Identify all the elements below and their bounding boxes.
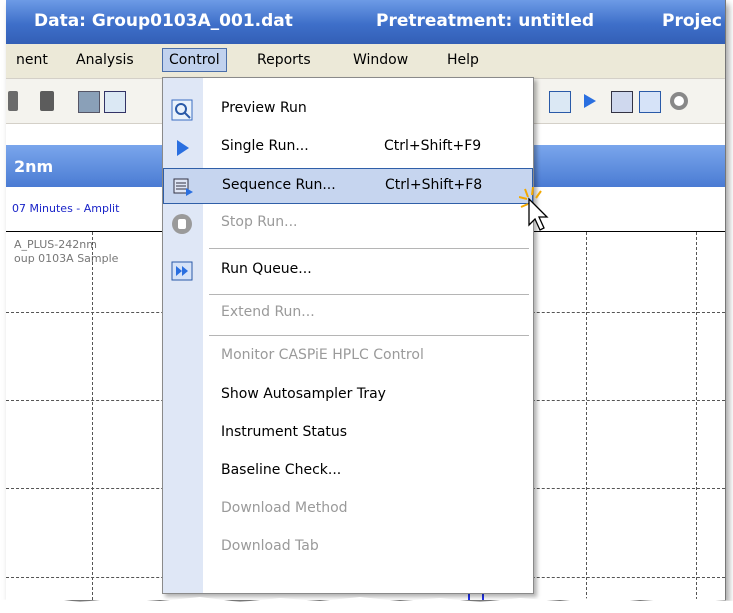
menu-item-preview-run[interactable]: Preview Run	[163, 92, 533, 128]
menu-item-instrument-status[interactable]: Instrument Status	[163, 416, 533, 452]
sequence-icon	[173, 178, 193, 196]
menu-item-baseline-check[interactable]: Baseline Check...	[163, 454, 533, 490]
window-title-project: Projec	[662, 11, 722, 31]
menu-item-label: Preview Run	[221, 100, 307, 116]
menu-item-extend-run[interactable]: Extend Run...	[163, 296, 533, 332]
menu-item-label: Show Autosampler Tray	[221, 386, 386, 402]
window-title-data: Data: Group0103A_001.dat	[34, 11, 293, 31]
toolbar-instrument-icon[interactable]	[78, 91, 100, 113]
hand-icon	[172, 214, 192, 234]
legend-line-2: oup 0103A Sample	[14, 252, 119, 265]
menu-control[interactable]: Control	[162, 48, 227, 72]
menu-item-show-autosampler-tray[interactable]: Show Autosampler Tray	[163, 378, 533, 414]
menu-item-label: Instrument Status	[221, 424, 348, 440]
torn-edge	[0, 597, 733, 613]
grid-line	[586, 232, 587, 600]
menu-analysis[interactable]: Analysis	[76, 52, 134, 68]
menu-help[interactable]: Help	[447, 52, 479, 68]
toolbar-sequence-icon[interactable]	[611, 91, 633, 113]
queue-icon	[171, 261, 193, 281]
menu-window[interactable]: Window	[353, 52, 408, 68]
toolbar-queue-icon[interactable]	[639, 91, 661, 113]
mouse-cursor-icon	[519, 187, 549, 231]
toolbar-play-icon[interactable]	[579, 91, 599, 111]
toolbar-chart-icon[interactable]	[104, 91, 126, 113]
menu-separator	[209, 294, 529, 295]
menu-item-label: Extend Run...	[221, 304, 315, 320]
panel-subtitle: 07 Minutes - Amplit	[12, 202, 120, 215]
toolbar-stop-hand-icon[interactable]	[669, 91, 689, 111]
application-window: Data: Group0103A_001.dat Pretreatment: u…	[6, 0, 726, 601]
menu-reports[interactable]: Reports	[257, 52, 311, 68]
title-bar: Data: Group0103A_001.dat Pretreatment: u…	[6, 0, 725, 44]
play-icon	[177, 140, 189, 156]
menu-item-label: Monitor CASPiE HPLC Control	[221, 347, 424, 363]
menu-item-label: Sequence Run...	[222, 177, 336, 193]
grid-line	[696, 232, 697, 600]
menu-item-label: Stop Run...	[221, 214, 298, 230]
menu-item-shortcut: Ctrl+Shift+F9	[384, 138, 482, 154]
menu-separator	[209, 248, 529, 249]
menu-item-shortcut: Ctrl+Shift+F8	[385, 177, 483, 193]
menu-item-label: Run Queue...	[221, 261, 312, 277]
toolbar-dark-icon[interactable]	[40, 91, 54, 111]
menu-item-sequence-run[interactable]: Sequence Run... Ctrl+Shift+F8	[163, 168, 533, 204]
menu-bar: nent Analysis Control Reports Window Hel…	[6, 44, 725, 79]
grid-line	[92, 232, 93, 600]
menu-item-run-queue[interactable]: Run Queue...	[163, 253, 533, 289]
menu-separator	[209, 335, 529, 336]
menu-item-label: Download Tab	[221, 538, 319, 554]
menu-item-label: Single Run...	[221, 138, 309, 154]
menu-item-label: Download Method	[221, 500, 348, 516]
menu-item-label: Baseline Check...	[221, 462, 342, 478]
menu-item-download-tab[interactable]: Download Tab	[163, 530, 533, 566]
menu-item-single-run[interactable]: Single Run... Ctrl+Shift+F9	[163, 130, 533, 166]
menu-instrument[interactable]: nent	[16, 52, 48, 68]
menu-item-stop-run[interactable]: Stop Run...	[163, 206, 533, 242]
magnifier-icon	[171, 99, 193, 121]
menu-item-monitor-caspie[interactable]: Monitor CASPiE HPLC Control	[163, 339, 533, 375]
toolbar-preview-icon[interactable]	[549, 91, 571, 113]
window-title-pretreatment: Pretreatment: untitled	[376, 11, 595, 31]
panel-title: 2nm	[14, 157, 54, 176]
legend-line-1: A_PLUS-242nm	[14, 238, 97, 251]
control-menu-dropdown: Preview Run Single Run... Ctrl+Shift+F9 …	[162, 77, 534, 594]
menu-item-download-method[interactable]: Download Method	[163, 492, 533, 528]
toolbar-gray-icon[interactable]	[8, 91, 18, 111]
plot-legend: A_PLUS-242nm oup 0103A Sample	[14, 238, 118, 266]
